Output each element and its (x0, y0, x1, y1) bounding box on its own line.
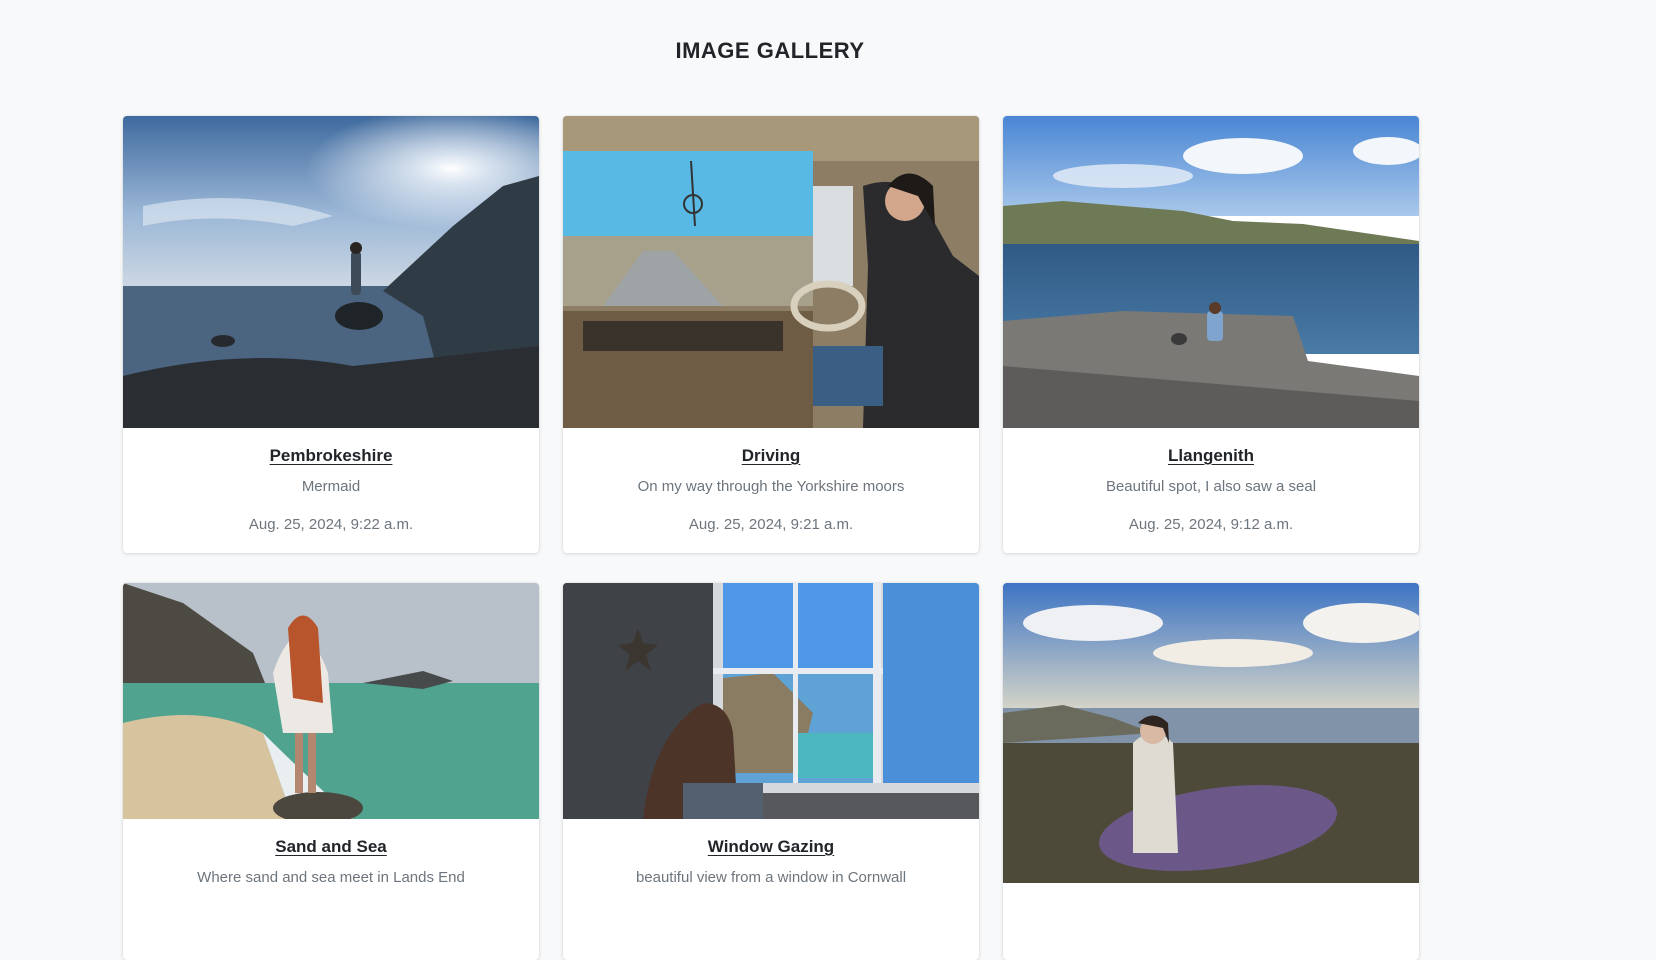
card-description: On my way through the Yorkshire moors (637, 478, 905, 495)
gallery-photo-driving[interactable] (563, 116, 979, 428)
card-title-link[interactable]: Driving (742, 446, 801, 466)
gallery-card (1003, 583, 1419, 960)
card-date: Aug. 25, 2024, 9:22 a.m. (248, 516, 414, 533)
page-title: IMAGE GALLERY (675, 38, 865, 63)
card-description: Beautiful spot, I also saw a seal (1105, 478, 1317, 495)
gallery-card: Llangenith Beautiful spot, I also saw a … (1003, 116, 1419, 553)
card-title-link[interactable]: Window Gazing (708, 837, 834, 857)
gallery-card: Driving On my way through the Yorkshire … (563, 116, 979, 553)
card-description: Mermaid (301, 478, 361, 495)
gallery-photo-surfboard[interactable] (1003, 583, 1419, 883)
card-date: Aug. 25, 2024, 9:12 a.m. (1128, 516, 1294, 533)
gallery-card: Sand and Sea Where sand and sea meet in … (123, 583, 539, 960)
card-title-link[interactable]: Pembrokeshire (270, 446, 393, 466)
gallery-grid: Pembrokeshire Mermaid Aug. 25, 2024, 9:2… (123, 116, 1419, 960)
card-date: Aug. 25, 2024, 9:21 a.m. (688, 516, 854, 533)
gallery-photo-pembrokeshire[interactable] (123, 116, 539, 428)
gallery-photo-sand-and-sea[interactable] (123, 583, 539, 819)
gallery-photo-llangenith[interactable] (1003, 116, 1419, 428)
gallery-card: Pembrokeshire Mermaid Aug. 25, 2024, 9:2… (123, 116, 539, 553)
gallery-card: Window Gazing beautiful view from a wind… (563, 583, 979, 960)
card-title-link[interactable]: Sand and Sea (275, 837, 386, 857)
card-title-link[interactable]: Llangenith (1168, 446, 1254, 466)
gallery-photo-window-gazing[interactable] (563, 583, 979, 819)
